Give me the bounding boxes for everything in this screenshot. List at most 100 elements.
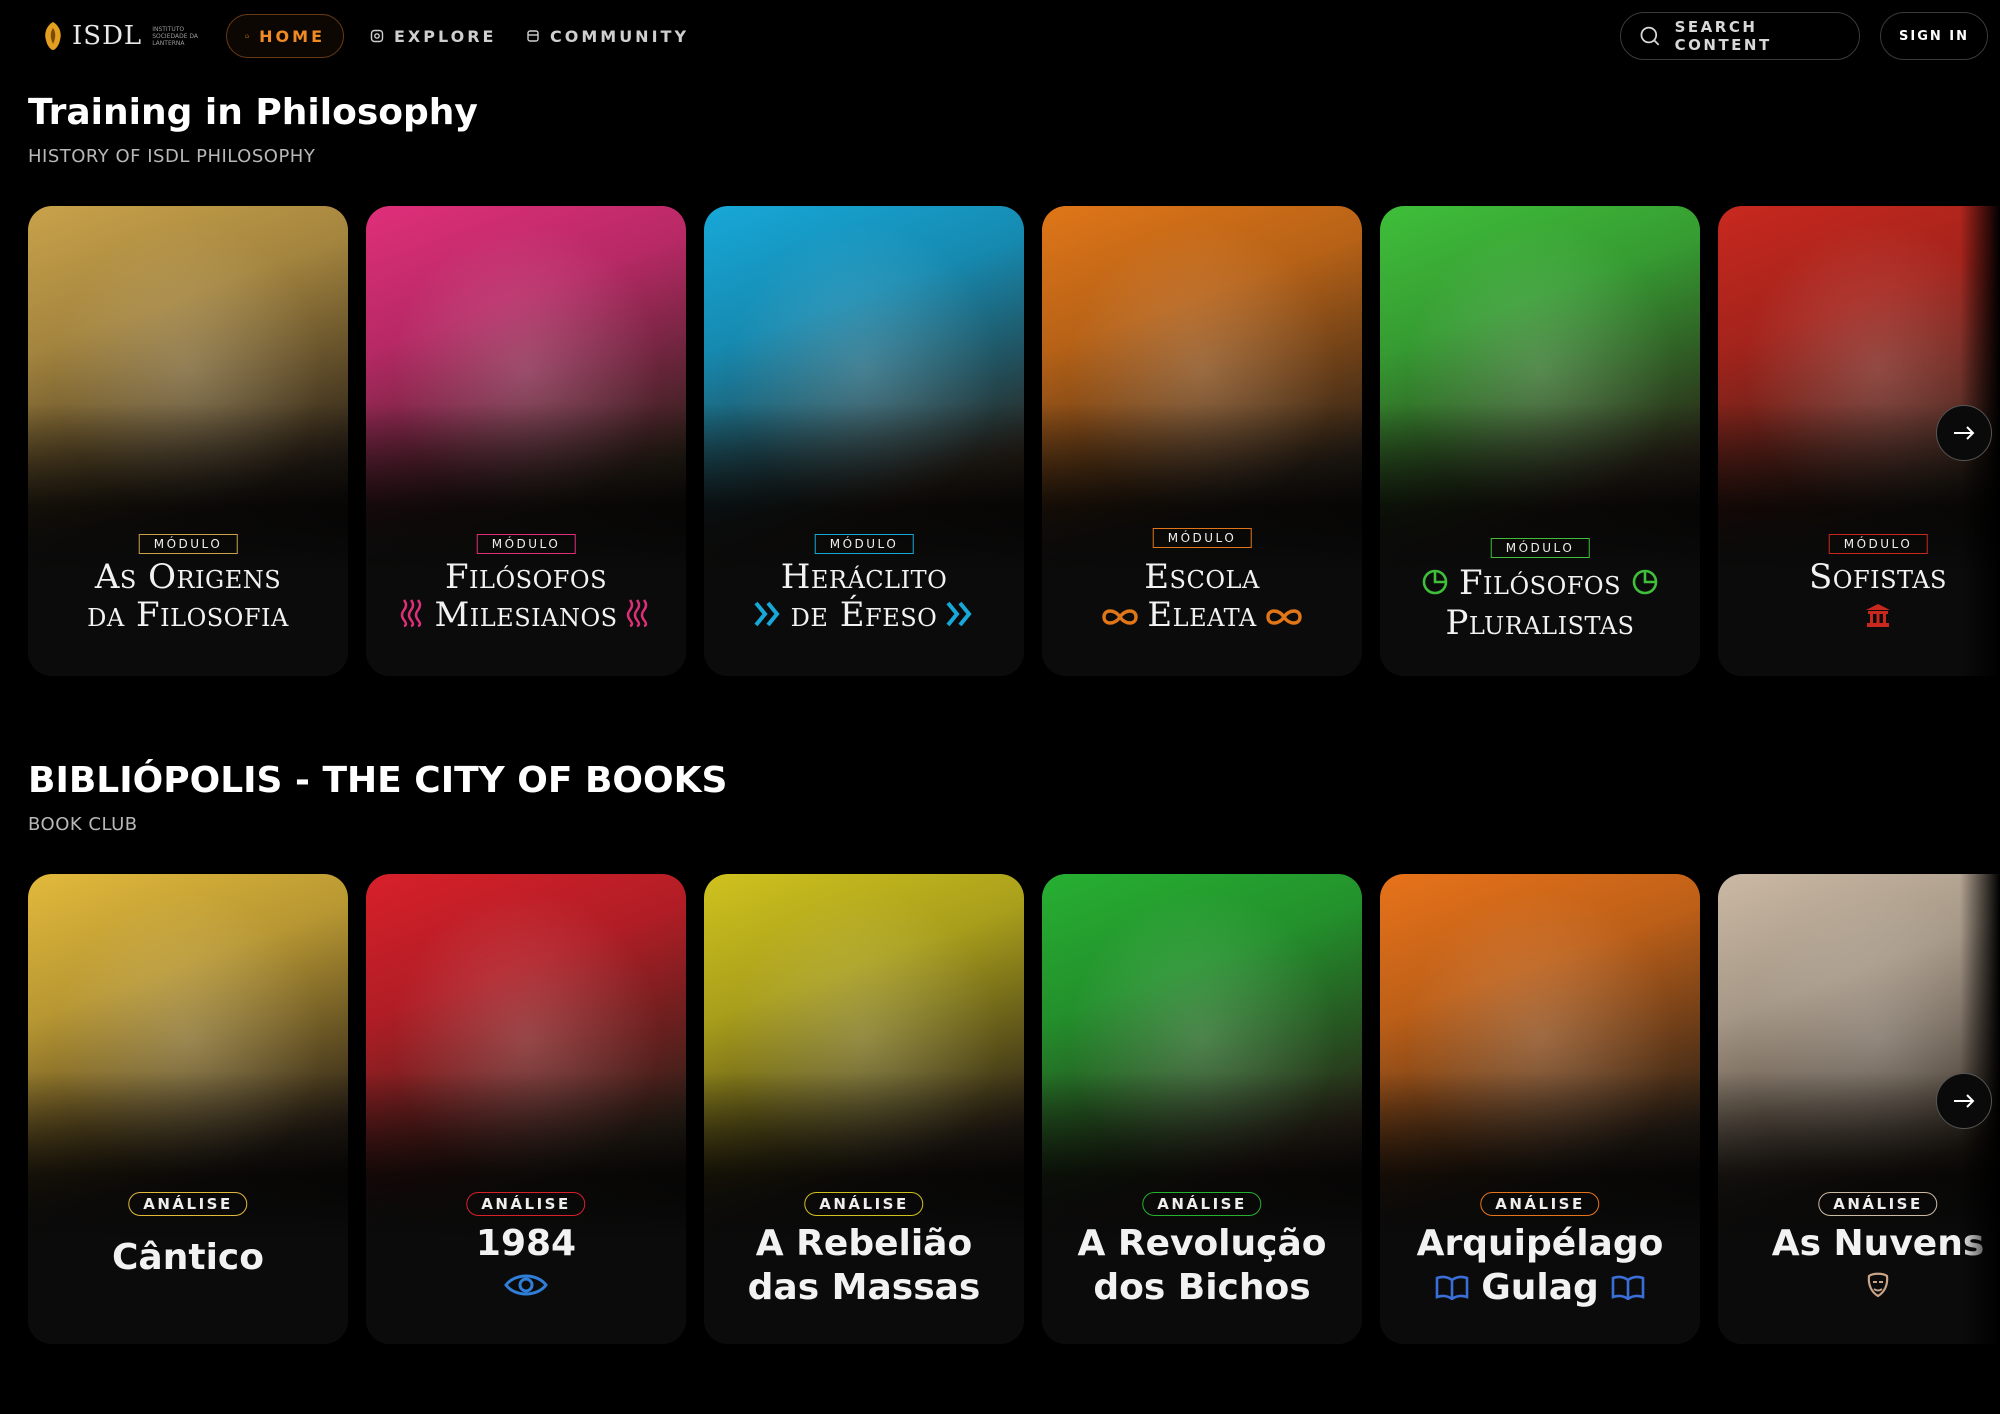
card-title-line-2: da Filosofia bbox=[28, 596, 348, 634]
chevrons-icon bbox=[753, 598, 783, 636]
sign-in-label: SIGN IN bbox=[1899, 28, 1969, 44]
analysis-badge: ANÁLISE bbox=[1818, 1192, 1938, 1216]
community-icon bbox=[527, 30, 539, 42]
card-title-line-2-text: das Massas bbox=[747, 1267, 981, 1308]
card-title-line-1: As Nuvens bbox=[1771, 1223, 1985, 1264]
card-title-line-2: Eleata bbox=[1042, 596, 1362, 636]
temple-icon bbox=[1864, 598, 1892, 636]
card-title: Filósofos Milesianos bbox=[366, 558, 686, 636]
card-title-line-2-text: da Filosofia bbox=[87, 595, 289, 635]
module-badge: MÓDULO bbox=[1490, 538, 1590, 558]
book-card[interactable]: ANÁLISE 1984 bbox=[366, 874, 686, 1344]
isdl-logo[interactable]: ISDL INSTITUTO SOCIEDADE DA LANTERNA bbox=[40, 18, 198, 54]
card-title-line-2-text: Pluralistas bbox=[1445, 603, 1635, 643]
card-title-line-2: Pluralistas bbox=[1380, 604, 1700, 642]
card-title-line-2-text: Milesianos bbox=[434, 595, 618, 635]
module-card[interactable]: MÓDULO Heráclito de Éfeso bbox=[704, 206, 1024, 676]
chevrons-icon bbox=[945, 598, 975, 636]
module-card[interactable]: MÓDULO Filósofos Pluralistas bbox=[1380, 206, 1700, 676]
section-title-philosophy: Training in Philosophy bbox=[28, 92, 478, 133]
card-title-line-2-text: Gulag bbox=[1481, 1267, 1599, 1308]
card-title-line-2: Milesianos bbox=[366, 596, 686, 636]
module-badge: MÓDULO bbox=[1152, 528, 1252, 548]
card-title-line-1: Heráclito bbox=[780, 557, 948, 597]
eye-icon bbox=[503, 1267, 549, 1311]
lantern-logo-icon bbox=[45, 22, 61, 50]
search-icon bbox=[1640, 26, 1660, 46]
home-icon bbox=[245, 34, 249, 38]
card-title: As Origens da Filosofia bbox=[28, 558, 348, 634]
pie-icon bbox=[1421, 566, 1449, 604]
card-title-line-2: Gulag bbox=[1380, 1266, 1700, 1311]
module-badge: MÓDULO bbox=[138, 534, 238, 554]
infinity-icon bbox=[1265, 598, 1303, 636]
explore-icon bbox=[370, 29, 384, 43]
nav-home-label: HOME bbox=[259, 26, 325, 46]
card-title: Escola Eleata bbox=[1042, 558, 1362, 636]
card-title-line-1: Filósofos bbox=[444, 557, 608, 597]
module-badge: MÓDULO bbox=[476, 534, 576, 554]
card-title: A Revolução dos Bichos bbox=[1042, 1222, 1362, 1310]
module-card[interactable]: MÓDULO As Origens da Filosofia bbox=[28, 206, 348, 676]
infinity-icon bbox=[1101, 598, 1139, 636]
card-title-line-1: As Origens bbox=[94, 557, 282, 597]
book-card[interactable]: ANÁLISE A Revolução dos Bichos bbox=[1042, 874, 1362, 1344]
search-label: SEARCH CONTENT bbox=[1674, 18, 1772, 54]
brand-tagline: INSTITUTO SOCIEDADE DA LANTERNA bbox=[152, 25, 199, 47]
nav-community-link[interactable]: COMMUNITY bbox=[508, 14, 707, 58]
bibliopolis-carousel: ANÁLISE Cântico ANÁLISE 1984 ANÁLISE A Rebeli… bbox=[28, 874, 2000, 1344]
card-title-line-1: Cântico bbox=[112, 1237, 264, 1278]
card-title: Sofistas bbox=[1718, 558, 2000, 636]
card-title: Filósofos Pluralistas bbox=[1380, 564, 1700, 642]
card-title-line-2 bbox=[1718, 596, 2000, 636]
card-title-line-1-text: Filósofos bbox=[1458, 563, 1622, 603]
card-title: A Rebelião das Massas bbox=[704, 1222, 1024, 1310]
card-title-line-2-text: de Éfeso bbox=[790, 595, 938, 635]
card-title-line-1: Escola bbox=[1144, 557, 1260, 597]
card-title: Arquipélago Gulag bbox=[1380, 1222, 1700, 1311]
sign-in-button[interactable]: SIGN IN bbox=[1880, 12, 1988, 60]
book-card[interactable]: ANÁLISE Arquipélago Gulag bbox=[1380, 874, 1700, 1344]
book-card[interactable]: ANÁLISE Cântico bbox=[28, 874, 348, 1344]
water-waves-icon bbox=[400, 598, 426, 636]
mask-icon bbox=[1863, 1267, 1893, 1311]
card-title-line-1: A Rebelião bbox=[755, 1223, 973, 1264]
card-title-line-1: 1984 bbox=[475, 1223, 577, 1264]
analysis-badge: ANÁLISE bbox=[128, 1192, 248, 1216]
card-title: As Nuvens bbox=[1718, 1222, 2000, 1311]
card-title: Cântico bbox=[28, 1236, 348, 1280]
nav-community-label: COMMUNITY bbox=[550, 26, 690, 46]
search-content-button[interactable]: SEARCH CONTENT bbox=[1620, 12, 1860, 60]
brand-name: ISDL bbox=[72, 21, 143, 51]
analysis-badge: ANÁLISE bbox=[466, 1192, 586, 1216]
card-title-line-2-text: Eleata bbox=[1147, 595, 1257, 635]
nav-explore-label: EXPLORE bbox=[394, 26, 497, 46]
top-navbar: ISDL INSTITUTO SOCIEDADE DA LANTERNA HOM… bbox=[0, 0, 2000, 72]
card-title-line-1: Arquipélago bbox=[1416, 1223, 1664, 1264]
card-title-line-2: dos Bichos bbox=[1042, 1266, 1362, 1310]
card-title-line-1: Sofistas bbox=[1808, 557, 1947, 597]
nav-home-link[interactable]: HOME bbox=[226, 14, 344, 58]
analysis-badge: ANÁLISE bbox=[1142, 1192, 1262, 1216]
card-title-line-2 bbox=[1718, 1266, 2000, 1311]
nav-explore-link[interactable]: EXPLORE bbox=[352, 14, 514, 58]
card-title: Heráclito de Éfeso bbox=[704, 558, 1024, 636]
card-title-line-2: das Massas bbox=[704, 1266, 1024, 1310]
section-title-bibliopolis: BIBLIÓPOLIS - THE CITY OF BOOKS bbox=[28, 760, 728, 801]
book-icon bbox=[1435, 1267, 1469, 1311]
module-badge: MÓDULO bbox=[814, 534, 914, 554]
card-title-line-2 bbox=[366, 1266, 686, 1311]
module-card[interactable]: MÓDULO Escola Eleata bbox=[1042, 206, 1362, 676]
book-icon bbox=[1611, 1267, 1645, 1311]
section-subtitle-philosophy: HISTORY OF ISDL PHILOSOPHY bbox=[28, 146, 316, 167]
carousel-next-button[interactable] bbox=[1936, 1073, 1992, 1129]
carousel-next-button[interactable] bbox=[1936, 405, 1992, 461]
module-card[interactable]: MÓDULO Filósofos Milesianos bbox=[366, 206, 686, 676]
analysis-badge: ANÁLISE bbox=[804, 1192, 924, 1216]
card-title-line-1: Filósofos bbox=[1380, 564, 1700, 604]
book-card[interactable]: ANÁLISE A Rebelião das Massas bbox=[704, 874, 1024, 1344]
card-title-line-2-text: dos Bichos bbox=[1093, 1267, 1311, 1308]
analysis-badge: ANÁLISE bbox=[1480, 1192, 1600, 1216]
section-subtitle-bibliopolis: BOOK CLUB bbox=[28, 814, 138, 835]
water-waves-icon bbox=[626, 598, 652, 636]
